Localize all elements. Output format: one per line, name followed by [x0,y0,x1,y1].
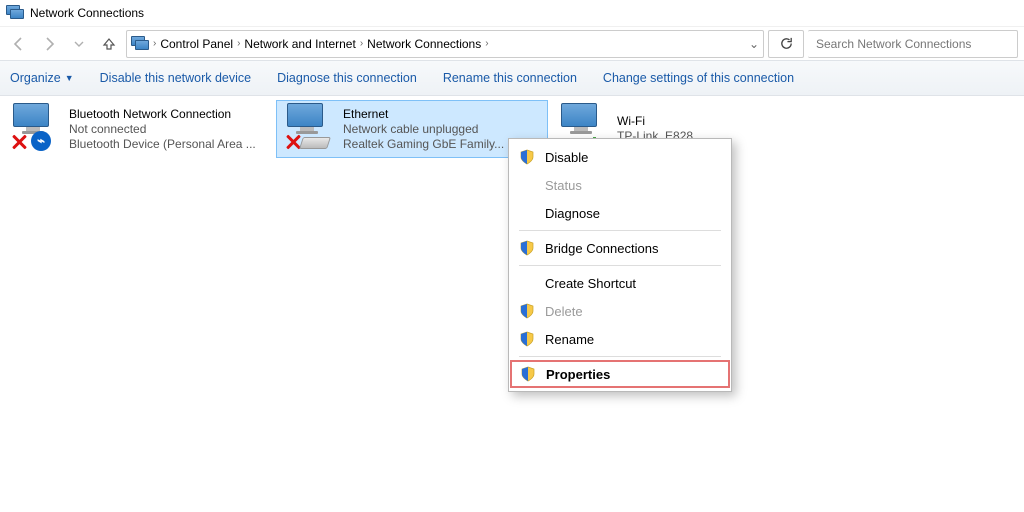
back-button[interactable] [6,31,32,57]
context-menu-label: Bridge Connections [545,241,658,256]
context-menu-bridge-connections[interactable]: Bridge Connections [511,234,729,262]
toolbar-change-settings[interactable]: Change settings of this connection [603,71,794,85]
connections-pane: ⌁ Bluetooth Network Connection Not conne… [0,96,1024,162]
up-button[interactable] [96,31,122,57]
search-input[interactable]: Search Network Connections [808,30,1018,58]
context-menu-diagnose[interactable]: Diagnose [511,199,729,227]
connection-icon: ⌁ [7,103,63,155]
menu-separator [519,265,721,266]
bluetooth-icon: ⌁ [31,131,51,151]
context-menu-label: Create Shortcut [545,276,636,291]
address-bar: › Control Panel› Network and Internet› N… [0,26,1024,60]
uac-shield-icon [519,149,535,165]
uac-shield-icon [519,303,535,319]
chevron-down-icon[interactable]: ⌄ [749,37,759,51]
breadcrumb-item[interactable]: Network and Internet› [244,37,363,51]
chevron-down-icon: ▼ [65,73,74,83]
connection-status: Network cable unplugged [343,122,504,137]
chevron-right-icon: › [485,38,488,49]
window-icon [6,5,24,21]
error-x-icon [10,133,28,151]
context-menu: Disable Status Diagnose Bridge Connections C… [508,138,732,392]
context-menu-label: Properties [546,367,610,382]
connection-name: Wi-Fi [617,114,693,129]
organize-menu[interactable]: Organize ▼ [10,71,74,85]
context-menu-delete: Delete [511,297,729,325]
context-menu-label: Delete [545,304,583,319]
location-icon [131,36,149,52]
menu-icon-spacer [519,205,535,221]
connection-name: Bluetooth Network Connection [69,107,256,122]
context-menu-properties[interactable]: Properties [510,360,730,388]
menu-icon-spacer [519,275,535,291]
toolbar-disable-device[interactable]: Disable this network device [100,71,251,85]
context-menu-label: Diagnose [545,206,600,221]
chevron-right-icon: › [360,38,363,49]
title-bar: Network Connections [0,0,1024,26]
uac-shield-icon [520,366,536,382]
menu-separator [519,230,721,231]
chevron-right-icon: › [237,38,240,49]
ethernet-icon [299,137,331,149]
menu-separator [519,356,721,357]
context-menu-label: Rename [545,332,594,347]
context-menu-create-shortcut[interactable]: Create Shortcut [511,269,729,297]
window-title: Network Connections [30,6,144,20]
forward-button[interactable] [36,31,62,57]
connection-device: Bluetooth Device (Personal Area ... [69,137,256,152]
context-menu-label: Disable [545,150,588,165]
connection-device: Realtek Gaming GbE Family... [343,137,504,152]
connection-status: Not connected [69,122,256,137]
command-toolbar: Organize ▼ Disable this network device D… [0,60,1024,96]
menu-icon-spacer [519,177,535,193]
context-menu-label: Status [545,178,582,193]
recent-locations-dropdown[interactable] [66,31,92,57]
search-placeholder: Search Network Connections [816,37,971,51]
breadcrumb-item[interactable]: Control Panel› [160,37,240,51]
context-menu-status: Status [511,171,729,199]
chevron-right-icon: › [153,38,156,49]
breadcrumb-item[interactable]: Network Connections› [367,37,488,51]
connection-name: Ethernet [343,107,504,122]
connection-bluetooth[interactable]: ⌁ Bluetooth Network Connection Not conne… [2,100,274,158]
refresh-button[interactable] [768,30,804,58]
uac-shield-icon [519,331,535,347]
context-menu-rename[interactable]: Rename [511,325,729,353]
toolbar-rename[interactable]: Rename this connection [443,71,577,85]
breadcrumb[interactable]: › Control Panel› Network and Internet› N… [126,30,764,58]
connection-icon [281,103,337,155]
uac-shield-icon [519,240,535,256]
toolbar-diagnose[interactable]: Diagnose this connection [277,71,417,85]
context-menu-disable[interactable]: Disable [511,143,729,171]
